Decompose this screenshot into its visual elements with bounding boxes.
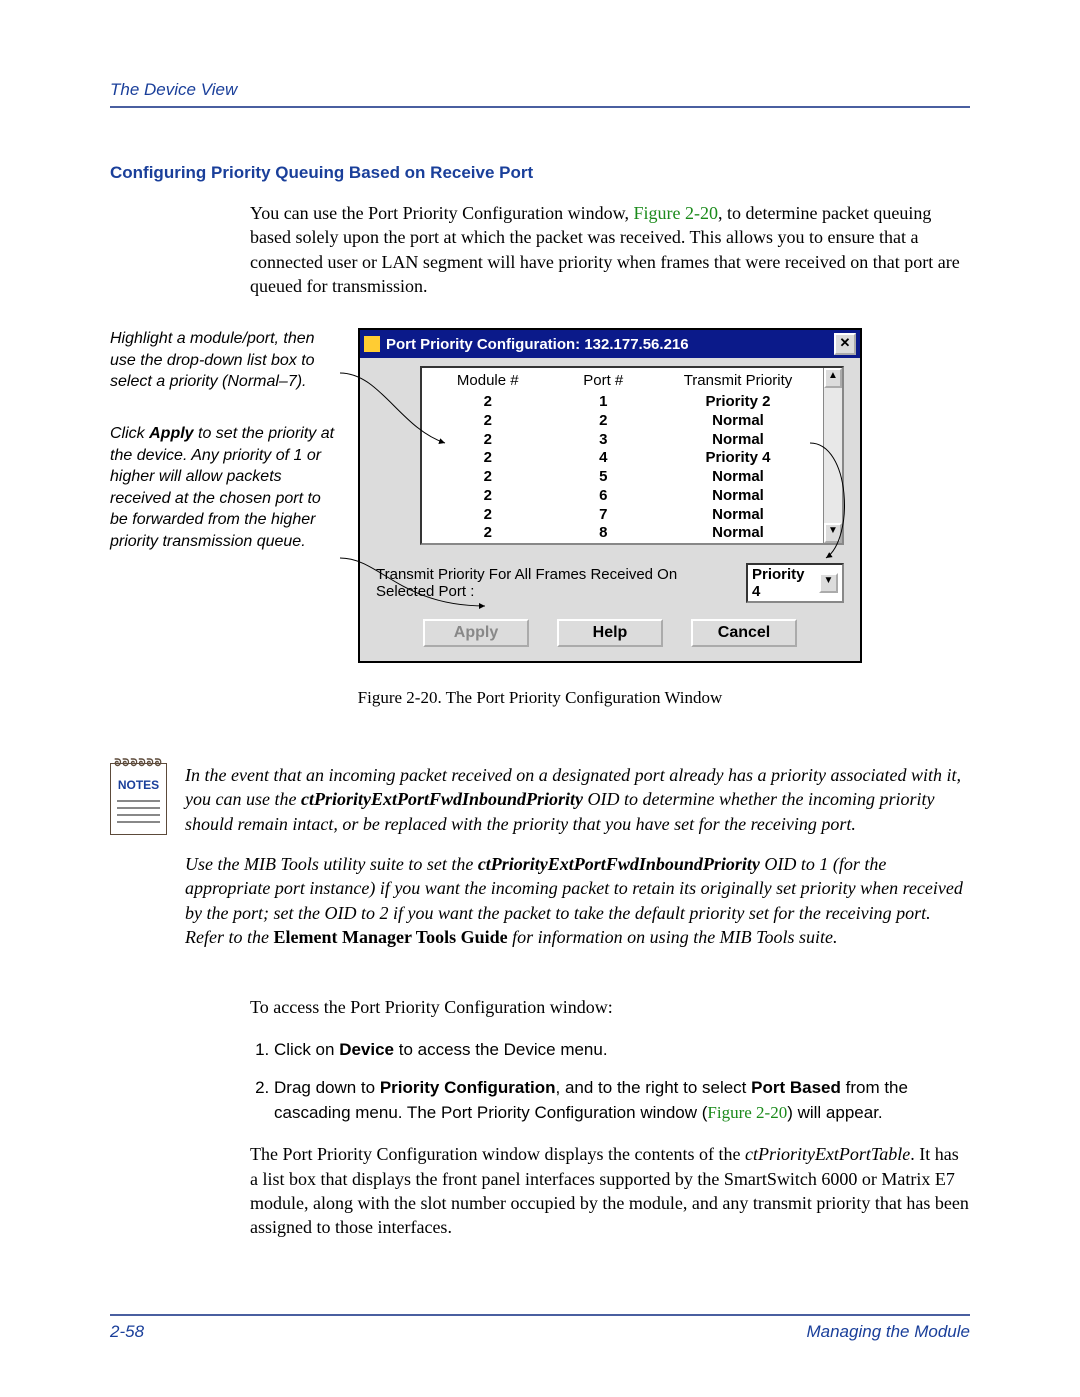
table-row[interactable]: 23Normal bbox=[422, 431, 823, 450]
table-row[interactable]: 22Normal bbox=[422, 412, 823, 431]
cell: 1 bbox=[546, 393, 662, 412]
intro-paragraph: You can use the Port Priority Configurat… bbox=[250, 201, 970, 298]
cell: 2 bbox=[430, 412, 546, 431]
scroll-up-icon[interactable]: ▲ bbox=[824, 368, 842, 388]
col-port: Port # bbox=[546, 372, 662, 389]
table-row[interactable]: 24Priority 4 bbox=[422, 449, 823, 468]
spiral-icon: ᘐᘐᘐᘐᘐᘐ bbox=[113, 758, 164, 768]
close-icon[interactable]: ✕ bbox=[834, 333, 856, 355]
window-titlebar: Port Priority Configuration: 132.177.56.… bbox=[360, 330, 860, 358]
cell: 3 bbox=[546, 431, 662, 450]
col-priority: Transmit Priority bbox=[661, 372, 815, 389]
apply-button[interactable]: Apply bbox=[423, 619, 529, 647]
window-title: Port Priority Configuration: 132.177.56.… bbox=[386, 336, 834, 353]
notes-text: In the event that an incoming packet rec… bbox=[185, 763, 970, 965]
app-icon bbox=[364, 336, 380, 352]
figure-annotations: Highlight a module/port, then use the dr… bbox=[110, 328, 340, 663]
table-row[interactable]: 26Normal bbox=[422, 487, 823, 506]
footer-title: Managing the Module bbox=[806, 1322, 970, 1342]
cell: Priority 2 bbox=[661, 393, 815, 412]
cell: Normal bbox=[661, 431, 815, 450]
page-number: 2-58 bbox=[110, 1322, 144, 1342]
port-priority-window: Port Priority Configuration: 132.177.56.… bbox=[358, 328, 862, 663]
table-row[interactable]: 28Normal bbox=[422, 524, 823, 543]
cancel-button[interactable]: Cancel bbox=[691, 619, 797, 647]
port-listbox[interactable]: Module # Port # Transmit Priority 21Prio… bbox=[420, 366, 844, 545]
priority-dropdown[interactable]: Priority 4 ▼ bbox=[746, 563, 844, 603]
cell: 2 bbox=[430, 449, 546, 468]
cell: 2 bbox=[430, 431, 546, 450]
priority-dropdown-value: Priority 4 bbox=[752, 566, 813, 600]
cell: 2 bbox=[430, 524, 546, 543]
cell: 5 bbox=[546, 468, 662, 487]
cell: 7 bbox=[546, 506, 662, 525]
cell: Priority 4 bbox=[661, 449, 815, 468]
figure-caption: Figure 2-20. The Port Priority Configura… bbox=[110, 688, 970, 708]
cell: Normal bbox=[661, 412, 815, 431]
figure-link[interactable]: Figure 2-20 bbox=[633, 203, 718, 223]
cell: 2 bbox=[546, 412, 662, 431]
section-heading: Configuring Priority Queuing Based on Re… bbox=[110, 163, 970, 183]
list-header: Module # Port # Transmit Priority bbox=[422, 368, 823, 393]
scroll-track[interactable] bbox=[824, 388, 842, 523]
table-row[interactable]: 25Normal bbox=[422, 468, 823, 487]
col-module: Module # bbox=[430, 372, 546, 389]
step-1: Click on Device to access the Device men… bbox=[274, 1038, 970, 1063]
cell: 6 bbox=[546, 487, 662, 506]
access-intro: To access the Port Priority Configuratio… bbox=[250, 995, 970, 1019]
cell: Normal bbox=[661, 468, 815, 487]
table-row[interactable]: 27Normal bbox=[422, 506, 823, 525]
cell: 2 bbox=[430, 487, 546, 506]
notes-badge: ᘐᘐᘐᘐᘐᘐ NOTES bbox=[110, 763, 167, 835]
cell: 2 bbox=[430, 468, 546, 487]
cell: Normal bbox=[661, 524, 815, 543]
list-scrollbar[interactable]: ▲ ▼ bbox=[823, 368, 842, 543]
trailing-paragraph: The Port Priority Configuration window d… bbox=[250, 1142, 970, 1239]
annotation-highlight: Highlight a module/port, then use the dr… bbox=[110, 328, 340, 393]
page-header: The Device View bbox=[110, 80, 970, 108]
combo-label: Transmit Priority For All Frames Receive… bbox=[376, 566, 738, 600]
cell: Normal bbox=[661, 506, 815, 525]
cell: 2 bbox=[430, 393, 546, 412]
cell: 2 bbox=[430, 506, 546, 525]
annotation-apply: Click Apply to set the priority at the d… bbox=[110, 423, 340, 553]
intro-text-pre: You can use the Port Priority Configurat… bbox=[250, 203, 633, 223]
chevron-down-icon[interactable]: ▼ bbox=[819, 573, 838, 593]
cell: 8 bbox=[546, 524, 662, 543]
cell: Normal bbox=[661, 487, 815, 506]
steps-list: Click on Device to access the Device men… bbox=[250, 1038, 970, 1126]
help-button[interactable]: Help bbox=[557, 619, 663, 647]
figure-link-2[interactable]: Figure 2-20 bbox=[707, 1103, 787, 1122]
scroll-down-icon[interactable]: ▼ bbox=[824, 523, 842, 543]
notes-label: NOTES bbox=[118, 778, 159, 792]
table-row[interactable]: 21Priority 2 bbox=[422, 393, 823, 412]
cell: 4 bbox=[546, 449, 662, 468]
step-2: Drag down to Priority Configuration, and… bbox=[274, 1076, 970, 1125]
